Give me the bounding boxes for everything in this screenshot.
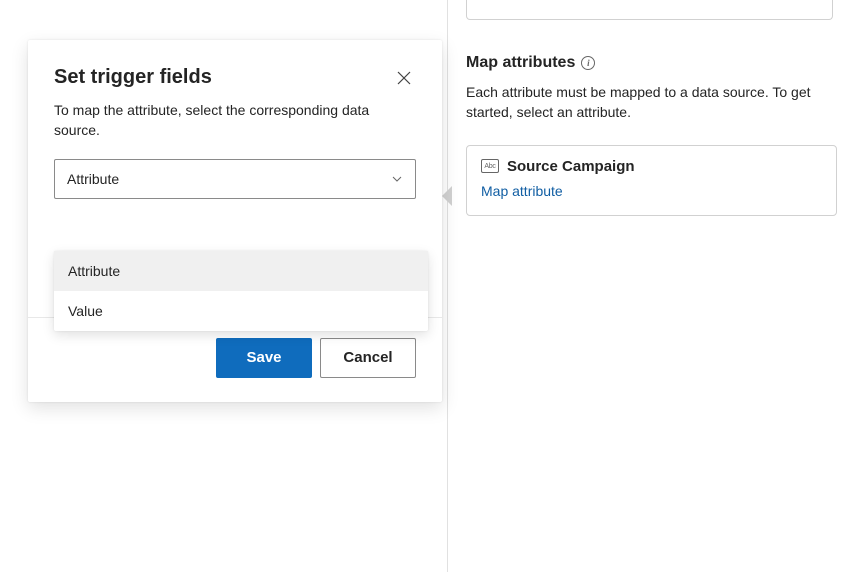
- modal-description: To map the attribute, select the corresp…: [54, 100, 416, 141]
- save-button[interactable]: Save: [216, 338, 312, 378]
- map-attributes-title-text: Map attributes: [466, 54, 575, 72]
- close-button[interactable]: [392, 66, 416, 90]
- chevron-down-icon: [391, 173, 403, 185]
- modal-header: Set trigger fields: [28, 40, 442, 100]
- vertical-divider: [447, 0, 448, 572]
- callout-pointer: [442, 186, 452, 206]
- modal-body: To map the attribute, select the corresp…: [28, 100, 442, 209]
- attribute-dropdown[interactable]: Attribute: [54, 159, 416, 199]
- attribute-card-header: Abc Source Campaign: [481, 158, 822, 175]
- attribute-card-title: Source Campaign: [507, 158, 635, 175]
- cancel-button[interactable]: Cancel: [320, 338, 416, 378]
- close-icon: [397, 71, 411, 85]
- dropdown-menu: Attribute Value: [54, 251, 428, 331]
- attribute-card[interactable]: Abc Source Campaign Map attribute: [466, 145, 837, 216]
- info-icon[interactable]: i: [581, 56, 595, 70]
- set-trigger-fields-modal: Set trigger fields To map the attribute,…: [28, 40, 442, 402]
- right-panel: Map attributes i Each attribute must be …: [466, 0, 837, 216]
- map-attributes-heading: Map attributes i: [466, 54, 837, 72]
- dropdown-selected-text: Attribute: [67, 171, 119, 187]
- modal-title: Set trigger fields: [54, 66, 212, 89]
- map-attribute-link[interactable]: Map attribute: [481, 183, 563, 199]
- text-type-icon: Abc: [481, 159, 499, 173]
- dropdown-option-value[interactable]: Value: [54, 291, 428, 331]
- map-attributes-description: Each attribute must be mapped to a data …: [466, 82, 837, 123]
- dropdown-option-attribute[interactable]: Attribute: [54, 251, 428, 291]
